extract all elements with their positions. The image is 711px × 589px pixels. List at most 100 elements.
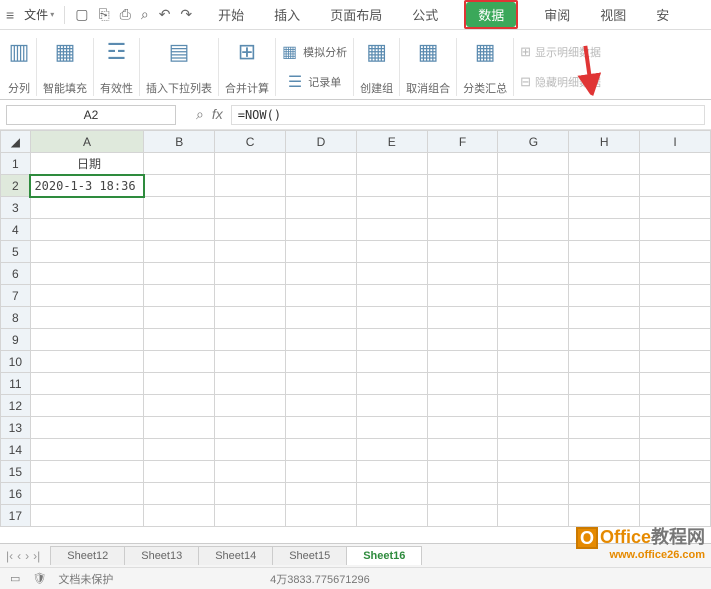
cell[interactable] [427, 417, 498, 439]
cell[interactable] [498, 197, 569, 219]
cell[interactable] [30, 439, 144, 461]
sheet-nav-first-icon[interactable]: |‹ [6, 549, 13, 563]
cell[interactable] [569, 263, 640, 285]
cell[interactable] [356, 505, 427, 527]
col-header-B[interactable]: B [144, 131, 215, 153]
fx-icon[interactable]: fx [212, 106, 223, 123]
cell[interactable] [215, 153, 286, 175]
cell[interactable] [640, 395, 711, 417]
cell[interactable] [144, 263, 215, 285]
cell[interactable] [640, 483, 711, 505]
cell[interactable] [144, 417, 215, 439]
cell[interactable] [215, 307, 286, 329]
ribbon-simulation[interactable]: ▦ 模拟分析 ☰ 记录单 [276, 38, 354, 96]
cell[interactable] [144, 373, 215, 395]
row-header[interactable]: 14 [1, 439, 31, 461]
cell[interactable] [144, 219, 215, 241]
cell[interactable] [640, 285, 711, 307]
cell[interactable] [640, 439, 711, 461]
cell[interactable] [356, 417, 427, 439]
open-icon[interactable]: ⎘ [98, 6, 109, 23]
cell[interactable] [356, 483, 427, 505]
col-header-H[interactable]: H [569, 131, 640, 153]
sheet-nav-last-icon[interactable]: ›| [33, 549, 40, 563]
cell[interactable] [498, 153, 569, 175]
sheet-tab[interactable]: Sheet12 [50, 546, 125, 565]
row-header[interactable]: 2 [1, 175, 31, 197]
sheet-nav-prev-icon[interactable]: ‹ [17, 549, 21, 563]
tab-review[interactable]: 审阅 [540, 3, 574, 26]
cell[interactable] [356, 285, 427, 307]
cell[interactable] [215, 395, 286, 417]
formula-bar[interactable]: =NOW() [231, 105, 705, 125]
cell[interactable] [640, 417, 711, 439]
cell[interactable] [356, 219, 427, 241]
cell[interactable] [427, 153, 498, 175]
cell[interactable] [30, 461, 144, 483]
cell[interactable] [144, 197, 215, 219]
ribbon-insert-dropdown[interactable]: ▤ 插入下拉列表 [140, 38, 219, 96]
cell[interactable] [215, 351, 286, 373]
cell[interactable] [640, 241, 711, 263]
cell[interactable] [286, 241, 357, 263]
cell[interactable] [356, 329, 427, 351]
cell[interactable] [215, 175, 286, 197]
cell[interactable] [215, 197, 286, 219]
col-header-D[interactable]: D [286, 131, 357, 153]
cell[interactable] [569, 329, 640, 351]
cell[interactable] [356, 439, 427, 461]
cell[interactable] [640, 175, 711, 197]
cell[interactable] [427, 395, 498, 417]
cell[interactable] [498, 285, 569, 307]
cell[interactable] [286, 505, 357, 527]
cell[interactable] [30, 351, 144, 373]
row-header[interactable]: 3 [1, 197, 31, 219]
cell[interactable] [356, 263, 427, 285]
row-header[interactable]: 4 [1, 219, 31, 241]
cell[interactable] [427, 263, 498, 285]
sheet-tab[interactable]: Sheet13 [124, 546, 199, 565]
tab-secure[interactable]: 安 [652, 3, 673, 26]
cell[interactable] [498, 439, 569, 461]
cell[interactable] [215, 505, 286, 527]
print-icon[interactable]: ⎙ [120, 6, 131, 23]
cell[interactable] [498, 219, 569, 241]
sheet-tab-active[interactable]: Sheet16 [346, 546, 422, 565]
row-header[interactable]: 11 [1, 373, 31, 395]
cell[interactable] [569, 505, 640, 527]
cell[interactable] [427, 461, 498, 483]
cell[interactable] [286, 417, 357, 439]
cell[interactable] [286, 197, 357, 219]
col-header-A[interactable]: A [30, 131, 144, 153]
cell[interactable] [569, 461, 640, 483]
row-header[interactable]: 8 [1, 307, 31, 329]
cell[interactable] [286, 263, 357, 285]
cell[interactable] [144, 461, 215, 483]
cell[interactable] [569, 285, 640, 307]
cell[interactable] [30, 219, 144, 241]
tab-insert[interactable]: 插入 [270, 3, 304, 26]
cell[interactable] [30, 373, 144, 395]
sheet-nav-next-icon[interactable]: › [25, 549, 29, 563]
ribbon-validity[interactable]: ☲ 有效性 [94, 38, 140, 96]
col-header-F[interactable]: F [427, 131, 498, 153]
cell[interactable] [30, 197, 144, 219]
cell[interactable] [427, 439, 498, 461]
cell[interactable] [144, 483, 215, 505]
cell[interactable] [569, 351, 640, 373]
cell[interactable] [144, 241, 215, 263]
col-header-I[interactable]: I [640, 131, 711, 153]
row-header[interactable]: 10 [1, 351, 31, 373]
row-header[interactable]: 13 [1, 417, 31, 439]
cell[interactable] [569, 307, 640, 329]
cell[interactable] [286, 219, 357, 241]
row-header[interactable]: 1 [1, 153, 31, 175]
cell[interactable] [286, 395, 357, 417]
cell[interactable] [144, 439, 215, 461]
cell[interactable] [427, 197, 498, 219]
cell[interactable] [569, 483, 640, 505]
cell[interactable] [498, 505, 569, 527]
cell[interactable] [215, 219, 286, 241]
sheet-tab[interactable]: Sheet14 [198, 546, 273, 565]
cell[interactable] [356, 175, 427, 197]
